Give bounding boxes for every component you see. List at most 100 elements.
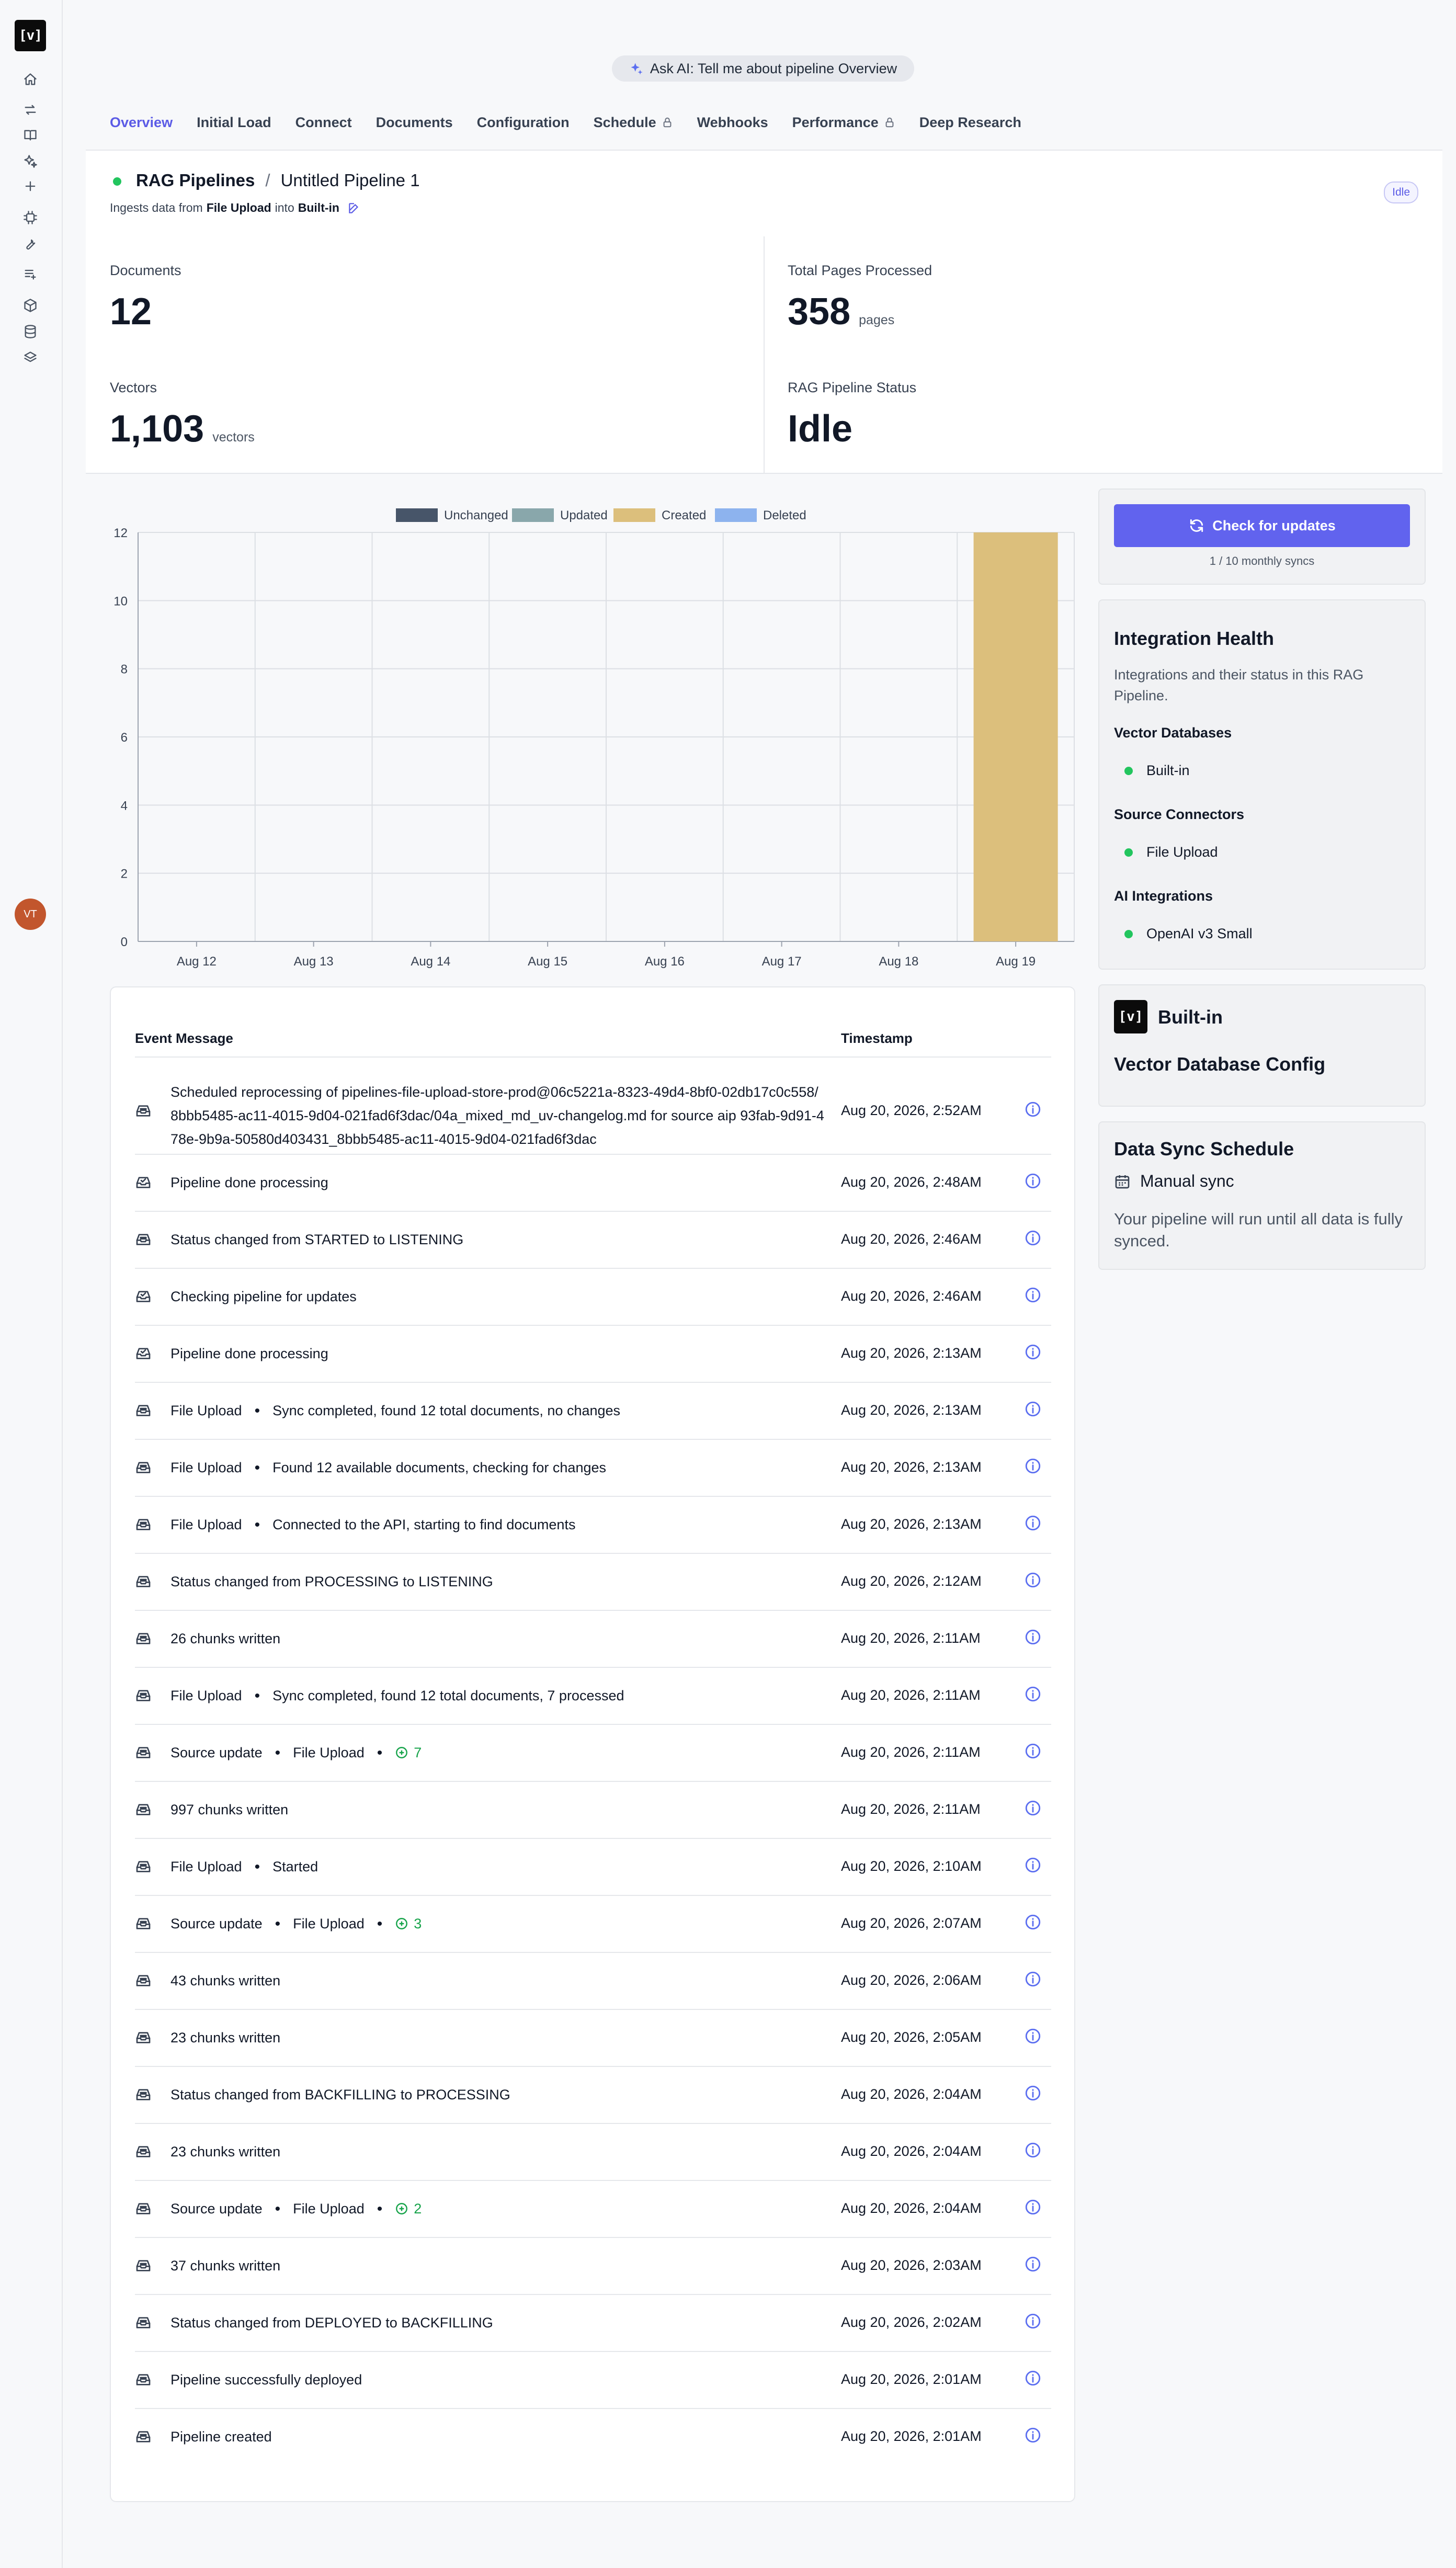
ask-ai-label: Ask AI: Tell me about pipeline Overview (650, 60, 897, 76)
wrench-icon[interactable] (21, 234, 40, 253)
info-icon[interactable] (1024, 2084, 1042, 2102)
home-icon[interactable] (21, 70, 40, 89)
info-icon[interactable] (1024, 1100, 1042, 1118)
inbox-icon (135, 1630, 152, 1647)
info-icon[interactable] (1024, 2027, 1042, 2045)
info-icon[interactable] (1024, 1457, 1042, 1475)
info-icon[interactable] (1024, 1286, 1042, 1304)
app-logo[interactable]: [v] (15, 20, 46, 51)
tab-label: Configuration (476, 114, 570, 130)
x-tick-label: Aug 13 (294, 955, 334, 969)
stat-vectors: Vectors 1,103 vectors (110, 380, 255, 450)
list-icon[interactable] (21, 265, 40, 283)
event-message: File Upload • Sync completed, found 12 tot… (170, 1684, 824, 1708)
ask-ai-button[interactable]: Ask AI: Tell me about pipeline Overview (612, 55, 914, 82)
stats-panel: Documents 12 Total Pages Processed 358 pa… (86, 236, 1442, 474)
tab-overview[interactable]: Overview (110, 112, 173, 133)
bullet-separator: • (254, 1402, 260, 1419)
plus-icon[interactable] (21, 177, 40, 196)
tab-deep-research[interactable]: Deep Research (919, 112, 1021, 133)
info-icon[interactable] (1024, 1571, 1042, 1589)
info-icon[interactable] (1024, 1514, 1042, 1532)
tab-label: Schedule (593, 114, 656, 130)
info-icon[interactable] (1024, 2369, 1042, 2387)
info-icon[interactable] (1024, 1172, 1042, 1190)
data-sync-panel: Data Sync Schedule Manual sync Your pipe… (1098, 1121, 1426, 1270)
book-icon[interactable] (21, 126, 40, 144)
event-timestamp: Aug 20, 2026, 2:52AM (841, 1103, 982, 1118)
inbox-icon (135, 2200, 152, 2217)
inbox-icon (135, 1402, 152, 1419)
info-icon[interactable] (1024, 1913, 1042, 1931)
event-text: Sync completed, found 12 total documents… (272, 1687, 624, 1703)
event-timestamp: Aug 20, 2026, 2:10AM (841, 1858, 982, 1874)
integration-health-description: Integrations and their status in this RA… (1114, 667, 1364, 703)
tab-label: Performance (792, 114, 879, 130)
event-timestamp: Aug 20, 2026, 2:48AM (841, 1174, 982, 1190)
info-icon[interactable] (1024, 1343, 1042, 1361)
sparkles-icon (631, 63, 643, 75)
ingest-prefix: Ingests data from (110, 201, 203, 214)
info-icon[interactable] (1024, 1856, 1042, 1874)
stat-label: Documents (110, 263, 181, 278)
inbox-icon (135, 1801, 152, 1818)
bullet-separator: • (377, 2200, 383, 2218)
vector-db-config-title: Vector Database Config (1114, 1053, 1326, 1075)
info-icon[interactable] (1024, 2198, 1042, 2216)
info-icon[interactable] (1024, 2312, 1042, 2330)
tab-label: Connect (295, 114, 352, 130)
info-icon[interactable] (1024, 1685, 1042, 1703)
info-icon[interactable] (1024, 1229, 1042, 1247)
stat-pipeline-status: RAG Pipeline Status Idle (788, 380, 916, 450)
info-icon[interactable] (1024, 1970, 1042, 1988)
tab-webhooks[interactable]: Webhooks (697, 112, 768, 133)
sparkles-icon[interactable] (21, 152, 40, 171)
table-row: Scheduled reprocessing of pipelines-file… (135, 1068, 1051, 1155)
layers-icon[interactable] (21, 348, 40, 367)
info-icon[interactable] (1024, 2255, 1042, 2273)
table-row: Source update • File Upload • 7 Aug 20, 2026,… (135, 1724, 1051, 1782)
event-text: Pipeline created (170, 2428, 272, 2445)
tab-initial-load[interactable]: Initial Load (197, 112, 271, 133)
plus-circle-icon (396, 1747, 408, 1758)
tab-documents[interactable]: Documents (376, 112, 453, 133)
inbox-icon (135, 2371, 152, 2388)
info-icon[interactable] (1024, 1400, 1042, 1418)
breadcrumb-root[interactable]: RAG Pipelines (136, 171, 255, 190)
info-icon[interactable] (1024, 1799, 1042, 1817)
event-timestamp: Aug 20, 2026, 2:46AM (841, 1288, 982, 1304)
tab-label: Documents (376, 114, 453, 130)
cube-icon[interactable] (21, 296, 40, 315)
ingest-middle: into (275, 201, 294, 214)
info-icon[interactable] (1024, 1628, 1042, 1646)
tab-connect[interactable]: Connect (295, 112, 352, 133)
status-dot (1124, 766, 1133, 775)
stats-divider (764, 236, 765, 473)
tab-configuration[interactable]: Configuration (477, 112, 570, 133)
tab-performance[interactable]: Performance (792, 112, 895, 133)
info-icon[interactable] (1024, 2426, 1042, 2444)
check-for-updates-button[interactable]: Check for updates (1114, 504, 1410, 547)
event-text: Checking pipeline for updates (170, 1288, 357, 1304)
database-icon[interactable] (21, 322, 40, 341)
event-timestamp: Aug 20, 2026, 2:11AM (841, 1687, 981, 1703)
sync-icon[interactable] (21, 100, 40, 119)
info-icon[interactable] (1024, 2141, 1042, 2159)
avatar[interactable]: VT (15, 899, 46, 930)
y-tick-label: 10 (113, 594, 128, 608)
tab-schedule[interactable]: Schedule (594, 112, 673, 133)
legend-label: Deleted (763, 508, 806, 522)
edit-icon[interactable] (347, 201, 361, 215)
info-icon[interactable] (1024, 1742, 1042, 1760)
event-message: Status changed from PROCESSING to LISTEN… (170, 1570, 824, 1594)
inbox-icon (135, 1516, 152, 1533)
bullet-separator: • (377, 1915, 383, 1933)
inbox-done-icon (135, 1174, 152, 1191)
y-tick-label: 4 (121, 799, 128, 813)
table-row: File Upload • Sync completed, found 12 tot… (135, 1382, 1051, 1440)
chip-icon[interactable] (21, 208, 40, 227)
tab-label: Overview (110, 114, 173, 130)
added-count: 7 (395, 1741, 422, 1765)
event-text: Pipeline successfully deployed (170, 2371, 362, 2388)
status-dot (1124, 848, 1133, 857)
